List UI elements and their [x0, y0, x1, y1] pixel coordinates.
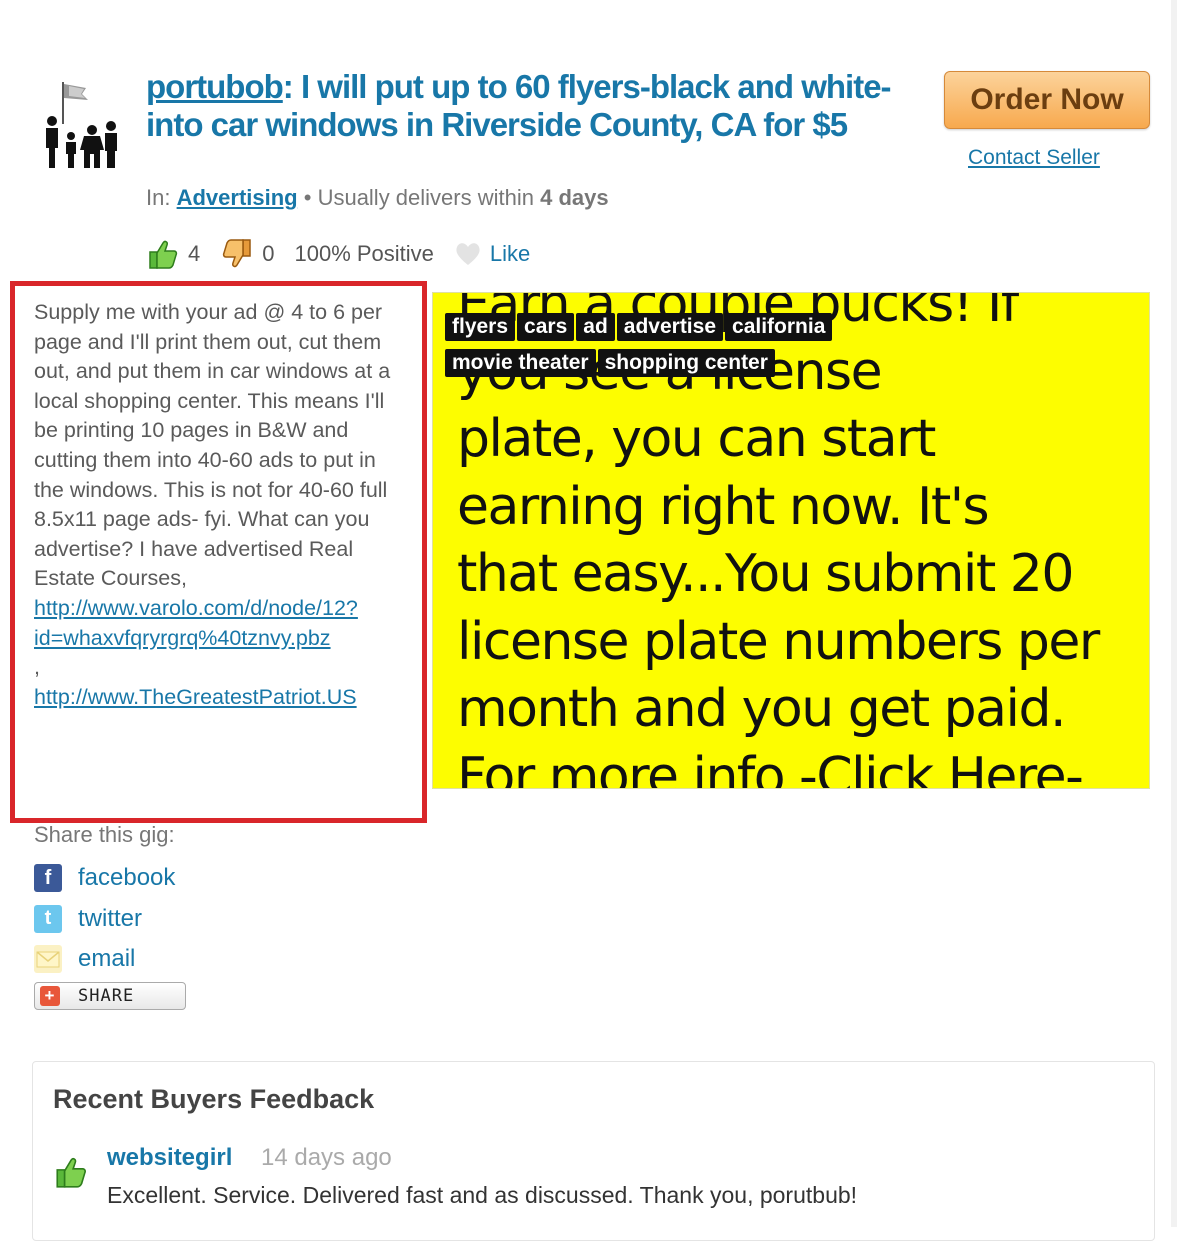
- delivery-prefix: • Usually delivers within: [303, 185, 534, 210]
- share-list: f facebook t twitter email: [34, 858, 175, 980]
- share-item-label: facebook: [78, 864, 176, 892]
- feedback-time: 14 days ago: [261, 1144, 392, 1171]
- order-now-button[interactable]: Order Now: [944, 71, 1150, 129]
- thumbs-up-count: 4: [188, 241, 201, 266]
- share-email[interactable]: email: [34, 939, 175, 980]
- category-prefix: In:: [146, 185, 171, 210]
- description-link-2[interactable]: http://www.TheGreatestPatriot.US: [34, 685, 357, 709]
- description-text: Supply me with your ad @ 4 to 6 per page…: [34, 300, 391, 591]
- seller-avatar[interactable]: [38, 78, 120, 170]
- share-item-label: twitter: [78, 904, 143, 932]
- category-link[interactable]: Advertising: [177, 185, 298, 210]
- thumbs-up-icon: [56, 1158, 86, 1188]
- feedback-text: Excellent. Service. Delivered fast and a…: [107, 1182, 858, 1208]
- tag-list: flyers cars ad advertise california movie th…: [445, 313, 945, 385]
- positive-rating: 100% Positive: [294, 241, 434, 266]
- contact-seller-link[interactable]: Contact Seller: [968, 146, 1100, 170]
- thumbs-down-count: 0: [262, 241, 275, 266]
- gig-meta: In: Advertising • Usually delivers withi…: [146, 185, 609, 211]
- heart-icon: [456, 243, 480, 265]
- description-link-1[interactable]: http://www.varolo.com/d/node/12?id=whaxv…: [34, 596, 358, 650]
- share-facebook[interactable]: f facebook: [34, 858, 175, 899]
- feedback-user-link[interactable]: websitegirl: [107, 1144, 232, 1172]
- email-icon: [34, 945, 62, 974]
- plus-icon: +: [40, 986, 60, 1006]
- tag-shopping-center[interactable]: shopping center: [597, 349, 775, 377]
- preview-line: month and you get paid.: [457, 679, 1067, 739]
- share-item-label: email: [78, 945, 136, 973]
- preview-line: earning right now. It's: [457, 476, 990, 537]
- tag-movie-theater[interactable]: movie theater: [445, 349, 596, 377]
- share-button-label: SHARE: [78, 986, 135, 1006]
- thumbs-up-icon: [149, 240, 178, 269]
- page-edge: [1171, 0, 1177, 1227]
- tag-ad[interactable]: ad: [576, 313, 615, 341]
- feedback-title: Recent Buyers Feedback: [53, 1084, 375, 1114]
- buyers-feedback-panel: Recent Buyers Feedback websitegirl 14 da…: [32, 1061, 1155, 1241]
- gig-preview-image[interactable]: Earn a couple bucks! If you see a licens…: [432, 292, 1150, 789]
- preview-line: that easy...You submit 20: [457, 544, 1074, 604]
- seller-link[interactable]: portubob: [146, 68, 284, 105]
- facebook-icon: f: [34, 864, 62, 893]
- gig-title: portubob: I will put up to 60 flyers-bla…: [146, 68, 906, 144]
- preview-line: For more info -Click Here-: [457, 746, 1084, 789]
- share-label: Share this gig:: [34, 822, 175, 847]
- tag-cars[interactable]: cars: [517, 313, 575, 341]
- twitter-icon: t: [34, 904, 62, 933]
- like-link[interactable]: Like: [490, 241, 530, 267]
- preview-line: license plate numbers per: [457, 611, 1100, 672]
- rating-row: 4 0 100% Positive Like: [146, 236, 530, 272]
- tag-advertise[interactable]: advertise: [616, 313, 724, 341]
- thumbs-down-icon: [223, 239, 251, 268]
- gig-description: Supply me with your ad @ 4 to 6 per page…: [10, 281, 427, 823]
- share-button[interactable]: + SHARE: [34, 982, 186, 1010]
- delivery-days: 4 days: [540, 185, 609, 210]
- description-separator: ,: [34, 655, 40, 680]
- preview-line: plate, you can start: [457, 409, 936, 469]
- share-twitter[interactable]: t twitter: [34, 899, 175, 940]
- tag-california[interactable]: california: [725, 313, 833, 341]
- tag-flyers[interactable]: flyers: [445, 313, 516, 341]
